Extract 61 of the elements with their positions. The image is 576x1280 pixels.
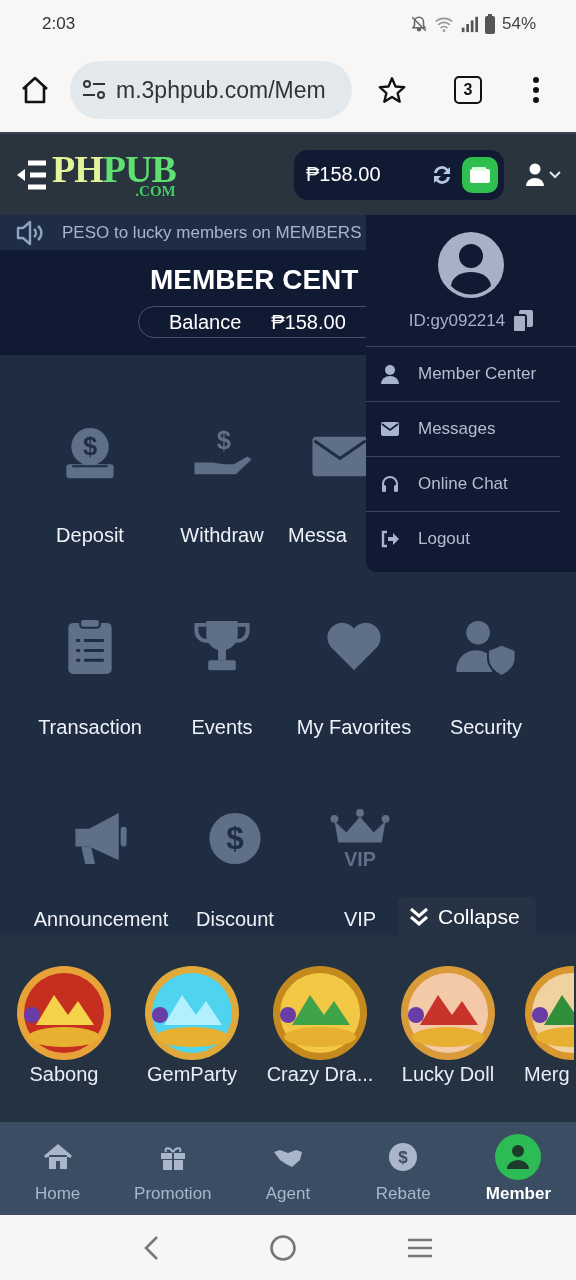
dollar-coin-icon: $ (388, 1142, 419, 1172)
game-title[interactable]: GemParty (147, 1061, 237, 1087)
menu-item[interactable]: Messages (366, 402, 560, 457)
envelope-icon (380, 419, 400, 439)
balance-amount: ₱158.00 (306, 163, 382, 186)
wifi-icon (433, 15, 454, 33)
logout-icon (380, 529, 400, 549)
feature-label[interactable]: Discount (196, 907, 274, 931)
game-title[interactable]: Sabong (29, 1061, 99, 1087)
feature-label[interactable]: Events (191, 715, 253, 739)
address-bar[interactable]: m.3phpub.com/Mem (70, 61, 352, 119)
back-icon[interactable] (142, 1234, 161, 1261)
balance-label: Balance (169, 310, 242, 334)
tab-count-button[interactable]: 3 (454, 76, 482, 104)
signal-icon (459, 15, 478, 33)
feature-label[interactable]: VIP (343, 907, 377, 931)
home-circle-icon[interactable] (269, 1233, 297, 1262)
home-icon[interactable] (20, 76, 50, 104)
nav-tab[interactable]: Promotion (115, 1122, 231, 1215)
game-title[interactable]: Lucky Doll (401, 1061, 495, 1087)
feature-label[interactable]: Announcement (33, 907, 169, 931)
feature-label[interactable]: Security (449, 715, 523, 739)
star-icon[interactable] (378, 76, 406, 104)
user-menu-icon[interactable] (526, 162, 562, 187)
menu-item[interactable]: Online Chat (366, 457, 560, 512)
bell-off-icon (409, 15, 428, 33)
user-id: ID:gy092214 (408, 311, 506, 331)
balance-amount: ₱158.00 (271, 310, 346, 334)
logo-suffix: .COM (135, 184, 176, 199)
clock: 2:03 (42, 14, 76, 34)
marquee-text: PESO to lucky members on MEMBERS (62, 222, 362, 243)
battery-icon (483, 14, 496, 34)
copy-icon[interactable] (513, 310, 534, 332)
nav-tab[interactable]: Home (0, 1122, 116, 1215)
feature-label[interactable]: Messa (288, 523, 347, 547)
feature-label[interactable]: Deposit (56, 523, 124, 547)
url-text: m.3phpub.com/Mem (116, 76, 326, 104)
avatar-icon (438, 232, 504, 298)
more-icon[interactable] (532, 76, 540, 104)
battery-level: 54% (501, 14, 536, 34)
nav-tab[interactable]: Member (460, 1122, 576, 1215)
game-title[interactable]: Crazy Dra... (266, 1061, 374, 1087)
page-title: MEMBER CENT (149, 264, 360, 296)
wallet-icon (470, 166, 490, 183)
recents-icon[interactable] (405, 1236, 434, 1259)
nav-tab[interactable]: Agent (230, 1122, 346, 1215)
menu-item[interactable]: Member Center (366, 347, 560, 402)
feature-label[interactable]: My Favorites (296, 715, 412, 739)
double-chevron-icon (408, 907, 430, 927)
menu-icon[interactable] (16, 159, 48, 190)
game-title[interactable]: Merg (524, 1061, 570, 1087)
home-icon (42, 1142, 73, 1172)
tune-icon[interactable] (82, 79, 106, 101)
collapse-tab[interactable]: Collapse (398, 897, 536, 937)
headset-icon (380, 474, 400, 494)
feature-label[interactable]: Withdraw (180, 523, 264, 547)
feature-label[interactable]: Transaction (38, 715, 142, 739)
wallet-button[interactable] (462, 156, 498, 193)
nav-tab[interactable]: $ Rebate (345, 1122, 461, 1215)
menu-item[interactable]: Logout (366, 512, 560, 566)
user-icon (380, 364, 400, 384)
